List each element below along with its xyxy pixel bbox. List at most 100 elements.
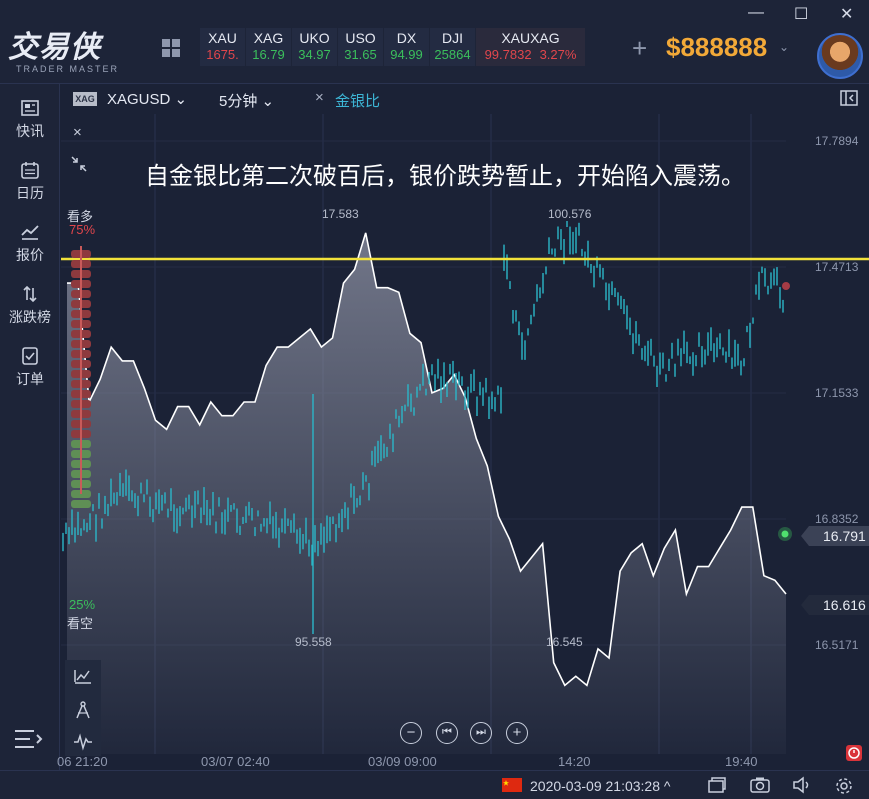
windows-icon[interactable] <box>707 776 727 794</box>
zoom-out-button[interactable]: − <box>400 722 422 744</box>
sidebar-item-label: 订单 <box>16 371 44 387</box>
maximize-button[interactable]: ☐ <box>794 4 808 24</box>
remove-compare-button[interactable]: × <box>315 89 324 106</box>
ticker-name: XAUXAG <box>501 30 560 46</box>
sidebar-item-news[interactable]: 快讯 <box>0 98 60 141</box>
x-tick-label: 03/09 09:00 <box>368 754 437 769</box>
up-down-arrows-icon <box>23 285 37 303</box>
status-bar: 2020-03-09 21:03:28 ^ <box>0 770 869 799</box>
ticker-xau[interactable]: XAU 1675. <box>200 28 246 66</box>
top-bar: — ☐ ✕ 交易侠 TRADER MASTER XAU 1675. XAG 16.7… <box>0 0 869 84</box>
gear-icon[interactable] <box>834 776 854 796</box>
low-price-tag: 16.616 <box>801 595 869 615</box>
y-tick-label: 17.7894 <box>815 134 859 148</box>
sidebar-item-quotes[interactable]: 报价 <box>0 222 60 265</box>
sidebar-item-label: 涨跌榜 <box>9 309 51 325</box>
chart-header: XAG XAGUSD ⌄ 5分钟 ⌄ × 金银比 <box>61 84 869 114</box>
china-flag-icon[interactable] <box>502 778 522 792</box>
ticker-uso[interactable]: USO 31.65 <box>338 28 384 66</box>
ticker-value: 99.7832 <box>484 47 532 62</box>
current-point-marker <box>781 530 789 538</box>
chart-annotation: 自金银比第二次破百后，银价跌势暂止，开始陷入震荡。 <box>145 162 745 190</box>
symbol-selector[interactable]: XAGUSD ⌄ <box>107 90 187 108</box>
avatar[interactable] <box>817 33 863 79</box>
ticker-value: 25864 <box>434 47 471 62</box>
close-panel-button[interactable]: × <box>73 124 82 141</box>
ticker-xauxag[interactable]: XAUXAG 99.7832 3.27% <box>476 28 586 66</box>
ticker-name: USO <box>345 30 376 46</box>
ticker-xag[interactable]: XAG 16.79 <box>246 28 292 66</box>
add-button[interactable]: + <box>632 33 647 64</box>
compass-draw-icon[interactable] <box>73 700 93 720</box>
newspaper-icon <box>21 100 39 116</box>
minimize-button[interactable]: — <box>748 4 764 22</box>
logo-en: TRADER MASTER <box>16 64 120 74</box>
sentiment-bar-segment <box>71 500 91 508</box>
x-tick-label: 03/07 02:40 <box>201 754 270 769</box>
indicator-icon[interactable] <box>73 666 93 686</box>
x-tick-label: 06 21:20 <box>57 754 108 769</box>
ticker-value: 94.99 <box>390 47 423 62</box>
ticker-dji[interactable]: DJI 25864 <box>430 28 476 66</box>
camera-icon[interactable] <box>750 776 770 794</box>
current-price-tag: 16.791 <box>801 526 869 546</box>
x-tick-label: 14:20 <box>558 754 591 769</box>
close-window-button[interactable]: ✕ <box>840 4 853 24</box>
sidebar: 快讯 日历 报价 涨跌榜 订单 <box>0 84 60 770</box>
ticker-dx[interactable]: DX 94.99 <box>384 28 430 66</box>
ticker-name: DX <box>396 30 417 46</box>
silver-low-label: 16.545 <box>546 635 583 649</box>
panel-toggle-icon[interactable] <box>839 88 859 108</box>
sidebar-item-label: 快讯 <box>16 123 44 139</box>
low-price: 16.616 <box>823 597 866 613</box>
ticker-name: XAU <box>208 30 237 46</box>
ticker-change: 3.27% <box>539 47 577 62</box>
drawing-toolbar <box>65 660 101 756</box>
speaker-icon[interactable] <box>792 776 812 794</box>
sentiment-bear-pct: 25% <box>69 597 96 612</box>
compare-symbol[interactable]: 金银比 <box>335 90 380 111</box>
x-tick-label: 19:40 <box>725 754 758 769</box>
alert-icon[interactable] <box>845 744 863 762</box>
waveform-icon[interactable] <box>73 732 93 752</box>
silver-high-label: 17.583 <box>322 207 359 221</box>
sentiment-bull-pct: 75% <box>69 222 96 237</box>
symbol-badge: XAG <box>73 92 97 106</box>
ticker-value: 31.65 <box>344 47 377 62</box>
apps-grid-icon[interactable] <box>161 38 181 58</box>
ratio-high-label: 100.576 <box>548 207 592 221</box>
ticker-name: XAG <box>253 30 284 46</box>
logo-cn: 交易侠 <box>8 30 101 65</box>
ticker-value: 34.97 <box>298 47 331 62</box>
calendar-icon <box>21 162 39 179</box>
sentiment-bear-label: 看空 <box>67 616 94 631</box>
ticker-name: UKO <box>299 30 330 46</box>
server-time[interactable]: 2020-03-09 21:03:28 ^ <box>530 778 670 794</box>
ratio-current-marker <box>782 282 790 290</box>
sidebar-item-label: 日历 <box>16 185 44 201</box>
collapse-icon[interactable] <box>71 156 87 172</box>
sidebar-item-orders[interactable]: 订单 <box>0 346 60 389</box>
line-chart-icon <box>21 225 39 240</box>
timeframe-selector[interactable]: 5分钟 ⌄ <box>219 90 274 111</box>
ticker-value: 16.79 <box>252 47 285 62</box>
menu-icon[interactable] <box>14 728 44 750</box>
y-tick-label: 17.4713 <box>815 260 859 274</box>
app-window: — ☐ ✕ 交易侠 TRADER MASTER XAU 1675. XAG 16.7… <box>0 0 869 799</box>
ticker-uko[interactable]: UKO 34.97 <box>292 28 338 66</box>
chevron-down-icon[interactable]: ⌄ <box>779 40 789 54</box>
zoom-in-button[interactable]: + <box>506 722 528 744</box>
ratio-low-label: 95.558 <box>295 635 332 649</box>
scroll-end-button[interactable]: ⏭ <box>470 722 492 744</box>
sidebar-item-calendar[interactable]: 日历 <box>0 160 60 203</box>
scroll-start-button[interactable]: ⏮ <box>436 722 458 744</box>
ticker-name: DJI <box>442 30 463 46</box>
current-price: 16.791 <box>823 528 866 544</box>
sidebar-item-ranking[interactable]: 涨跌榜 <box>0 284 60 327</box>
chart-canvas[interactable] <box>61 114 869 770</box>
order-list-icon <box>22 347 38 365</box>
silver-area-fill <box>67 232 786 754</box>
price-chart[interactable]: 自金银比第二次破百后，银价跌势暂止，开始陷入震荡。 17.7894 17.471… <box>57 114 869 770</box>
y-tick-label: 16.5171 <box>815 638 859 652</box>
account-balance[interactable]: $888888 <box>666 32 767 63</box>
